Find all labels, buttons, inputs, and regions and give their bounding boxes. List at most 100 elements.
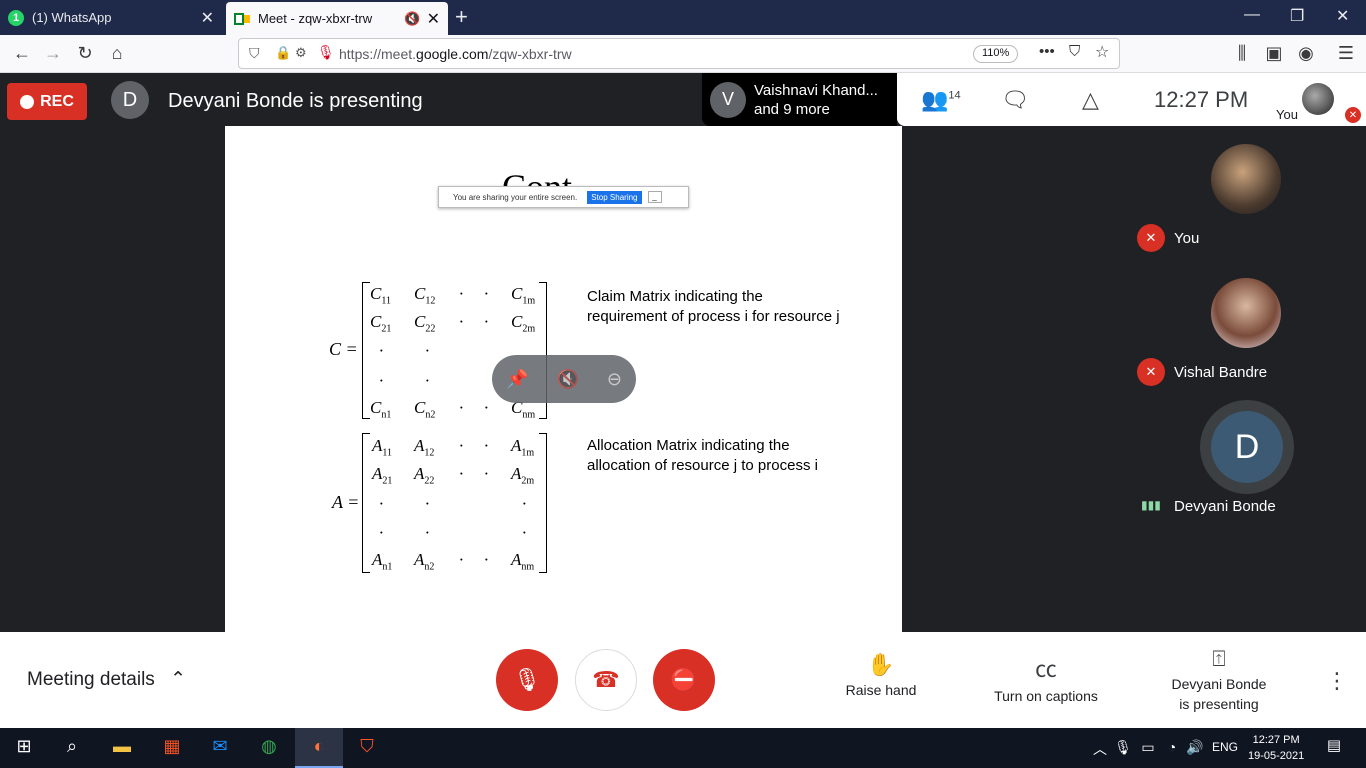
share-status-text: You are sharing your entire screen. bbox=[453, 192, 578, 202]
tab-title: (1) WhatsApp bbox=[32, 10, 112, 25]
allocation-matrix-label: A = bbox=[332, 492, 360, 512]
activities-icon[interactable]: △ bbox=[1082, 87, 1099, 113]
chevron-up-icon: ⌃ bbox=[170, 669, 186, 690]
battery-icon[interactable]: ▭ bbox=[1136, 739, 1160, 756]
shield-icon[interactable]: ⛉ bbox=[249, 45, 260, 62]
account-icon[interactable]: ◉ bbox=[1294, 43, 1318, 64]
meeting-controls: Meeting details ⌃ 🎙 ☎ ⛔ ✋ Raise hand ㏄ T… bbox=[0, 632, 1366, 728]
matrix-bracket bbox=[362, 433, 370, 573]
present-screen-icon: ⍐ bbox=[1212, 646, 1226, 671]
permissions-icon[interactable]: ⚙ bbox=[295, 45, 307, 61]
meet-top-bar: REC D Devyani Bonde is presenting V Vais… bbox=[0, 73, 1366, 126]
minimize-share-bar-button[interactable]: _ bbox=[647, 191, 662, 203]
back-icon[interactable]: ← bbox=[10, 43, 34, 64]
hang-up-icon: ☎ bbox=[592, 667, 620, 692]
more-options-icon[interactable]: ⋮ bbox=[1326, 668, 1348, 694]
presenter-avatar: D bbox=[111, 81, 149, 119]
windows-taskbar: ⊞ ⌕ ▬ ▦ ✉ ◍ ◐ ⛉ ︿ 🎙 ▭ ◔ 🔊 ENG 12:27 PM 1… bbox=[0, 728, 1366, 768]
wifi-icon[interactable]: ◔ bbox=[1160, 739, 1184, 755]
mail-icon[interactable]: ✉ bbox=[208, 736, 232, 757]
language-indicator[interactable]: ENG bbox=[1212, 740, 1238, 754]
close-window-icon[interactable]: ✕ bbox=[1336, 6, 1349, 26]
recording-badge: REC bbox=[7, 83, 87, 120]
captions-icon: ㏄ bbox=[1034, 657, 1057, 682]
self-label: You bbox=[1276, 107, 1298, 122]
reload-icon[interactable]: ↻ bbox=[73, 43, 97, 64]
muted-tab-icon[interactable]: 🔇 bbox=[404, 11, 420, 27]
new-tab-button[interactable]: + bbox=[455, 4, 468, 30]
self-avatar[interactable] bbox=[1302, 83, 1334, 115]
camera-off-icon: ⛔ bbox=[670, 667, 698, 692]
restore-window-icon[interactable]: ❐ bbox=[1290, 6, 1304, 26]
sidebar-icon[interactable]: ▣ bbox=[1262, 43, 1286, 64]
clock: 12:27 PM bbox=[1154, 87, 1249, 112]
firefox-icon[interactable]: ◐ bbox=[307, 736, 331, 757]
mic-off-icon: ✕ bbox=[1345, 107, 1361, 123]
people-button[interactable]: 👥14 bbox=[921, 87, 961, 113]
store-icon[interactable]: ▦ bbox=[160, 736, 184, 757]
speaking-indicator-icon: ▮▮▮ bbox=[1141, 498, 1161, 512]
pin-icon[interactable]: 📌 bbox=[506, 369, 528, 390]
mic-toggle-button[interactable]: 🎙 bbox=[496, 649, 558, 711]
windows-start-icon[interactable]: ⊞ bbox=[12, 736, 36, 757]
meet-right-toolbar: 👥14 🗨 △ 12:27 PM You ✕ bbox=[897, 73, 1366, 126]
allocation-matrix-description: Allocation Matrix indicating the allocat… bbox=[587, 437, 818, 474]
url-text: https://meet.google.com/zqw-xbxr-trw bbox=[339, 45, 572, 62]
tab-whatsapp[interactable]: 1 (1) WhatsApp ✕ bbox=[0, 0, 222, 35]
file-explorer-icon[interactable]: ▬ bbox=[110, 736, 134, 757]
notifications-icon[interactable]: ▤ bbox=[1322, 736, 1346, 754]
bookmark-star-icon[interactable]: ☆ bbox=[1095, 42, 1109, 62]
close-icon[interactable]: ✕ bbox=[427, 9, 440, 29]
meeting-details-button[interactable]: Meeting details ⌃ bbox=[27, 668, 186, 691]
people-count: 14 bbox=[948, 89, 961, 102]
raise-hand-button[interactable]: ✋ Raise hand bbox=[836, 652, 926, 698]
notification-line2: and 9 more bbox=[754, 100, 830, 118]
close-icon[interactable]: ✕ bbox=[201, 8, 214, 28]
record-dot-icon bbox=[20, 94, 35, 109]
mic-off-icon: ✕ bbox=[1137, 358, 1165, 386]
menu-icon[interactable]: ☰ bbox=[1334, 43, 1358, 64]
tile-hover-controls: 📌 🔇 ⊖ bbox=[492, 355, 636, 403]
address-bar[interactable]: ⛉ 🔒 ⚙ 🎙 https://meet.google.com/zqw-xbxr… bbox=[238, 38, 1120, 69]
brave-icon[interactable]: ⛉ bbox=[355, 736, 379, 757]
hand-icon: ✋ bbox=[867, 652, 895, 677]
search-icon[interactable]: ⌕ bbox=[60, 736, 84, 757]
participant-name: Vishal Bandre bbox=[1174, 364, 1268, 381]
pocket-icon[interactable]: ⛉ bbox=[1069, 43, 1080, 60]
library-icon[interactable]: ⫼ bbox=[1230, 43, 1254, 64]
participant-name: You bbox=[1174, 230, 1200, 247]
self-video-thumbnail[interactable] bbox=[1211, 144, 1281, 214]
browser-tab-strip: 1 (1) WhatsApp ✕ Meet - zqw-xbxr-trw 🔇 ✕… bbox=[0, 0, 1366, 35]
stop-sharing-button[interactable]: Stop Sharing bbox=[587, 190, 642, 204]
remove-icon[interactable]: ⊖ bbox=[607, 369, 622, 390]
microphone-icon[interactable]: 🎙 bbox=[1111, 739, 1135, 756]
participant-avatar: V bbox=[710, 81, 746, 118]
claim-matrix-description: Claim Matrix indicating the requirement … bbox=[587, 288, 840, 325]
mic-off-icon: ✕ bbox=[1137, 224, 1165, 252]
claim-matrix-label: C = bbox=[329, 339, 358, 359]
present-button[interactable]: ⍐ Devyani Bonde is presenting bbox=[1160, 646, 1278, 712]
lock-icon[interactable]: 🔒 bbox=[275, 45, 291, 61]
participant-avatar[interactable] bbox=[1211, 278, 1281, 348]
participant-name: Devyani Bonde bbox=[1174, 498, 1276, 515]
home-icon[interactable]: ⌂ bbox=[105, 43, 129, 64]
minimize-window-icon[interactable]: — bbox=[1244, 6, 1260, 24]
chevron-up-icon[interactable]: ︿ bbox=[1088, 739, 1112, 759]
people-icon: 👥 bbox=[921, 87, 949, 112]
camera-toggle-button[interactable]: ⛔ bbox=[653, 649, 715, 711]
captions-button[interactable]: ㏄ Turn on captions bbox=[983, 652, 1109, 704]
leave-call-button[interactable]: ☎ bbox=[575, 649, 637, 711]
system-clock[interactable]: 12:27 PM 19-05-2021 bbox=[1248, 732, 1304, 764]
zoom-level[interactable]: 110% bbox=[973, 45, 1019, 63]
volume-icon[interactable]: 🔊 bbox=[1183, 739, 1207, 756]
microphone-icon[interactable]: 🎙 bbox=[317, 44, 335, 61]
join-notification[interactable]: V Vaishnavi Khand... and 9 more bbox=[702, 73, 897, 126]
more-actions-icon[interactable]: ••• bbox=[1039, 43, 1055, 60]
chat-icon[interactable]: 🗨 bbox=[1001, 87, 1029, 113]
chrome-icon[interactable]: ◍ bbox=[257, 736, 281, 757]
participant-tiles: ✕ You ✕ Vishal Bandre D ▮▮▮ Devyani Bond… bbox=[1128, 126, 1366, 544]
mute-icon[interactable]: 🔇 bbox=[556, 369, 578, 390]
participant-avatar[interactable]: D bbox=[1200, 400, 1294, 494]
tab-meet[interactable]: Meet - zqw-xbxr-trw 🔇 ✕ bbox=[226, 2, 448, 35]
forward-icon[interactable]: → bbox=[41, 43, 65, 64]
